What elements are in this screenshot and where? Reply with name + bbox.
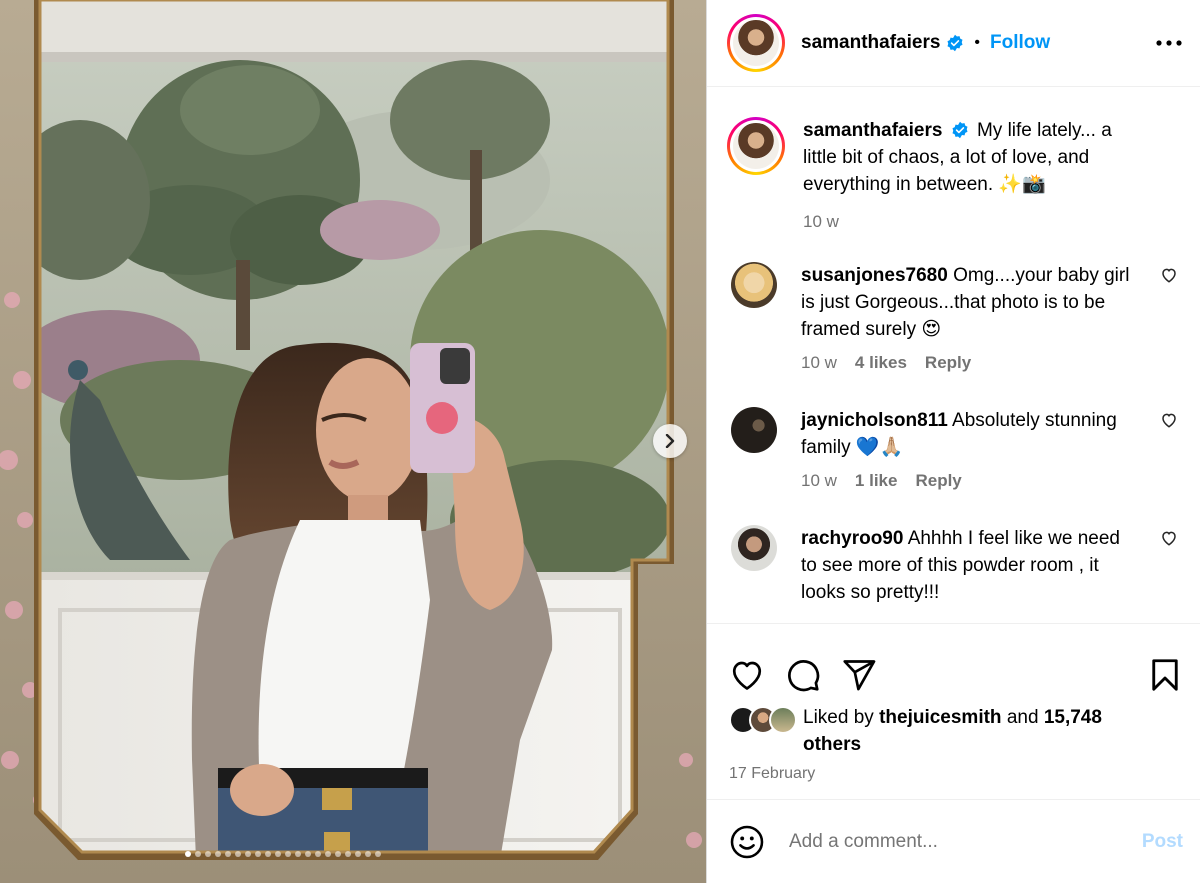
carousel-dot — [225, 851, 231, 857]
commenter-avatar[interactable] — [731, 262, 777, 308]
next-slide-button[interactable] — [653, 424, 687, 458]
share-paper-plane-icon[interactable] — [841, 657, 877, 693]
author-username[interactable]: samanthafaiers — [801, 32, 940, 54]
comment-likes[interactable]: 1 like — [855, 471, 898, 491]
like-comment-heart-icon[interactable] — [1160, 266, 1178, 284]
post-side-panel: samanthafaiers • Follow samanthafaiers M… — [706, 0, 1200, 883]
commenter-avatar[interactable] — [731, 407, 777, 453]
carousel-dot — [295, 851, 301, 857]
carousel-dot — [365, 851, 371, 857]
post-comment-button[interactable]: Post — [1142, 831, 1183, 853]
liker-username[interactable]: thejuicesmith — [879, 707, 1001, 728]
carousel-dot — [195, 851, 201, 857]
carousel-dot — [185, 851, 191, 857]
comment-username[interactable]: susanjones7680 — [801, 265, 948, 286]
carousel-dot — [275, 851, 281, 857]
verified-badge-icon — [947, 34, 963, 52]
add-comment-bar: Post — [707, 799, 1200, 883]
carousel-dot — [355, 851, 361, 857]
carousel-dot — [345, 851, 351, 857]
verified-badge-icon — [952, 121, 968, 139]
comment-item: jaynicholson811 Absolutely stunning fami… — [727, 407, 1200, 491]
carousel-dot — [235, 851, 241, 857]
carousel-dot — [335, 851, 341, 857]
follow-button[interactable]: Follow — [990, 32, 1050, 54]
comment-likes[interactable]: 4 likes — [855, 353, 907, 373]
carousel-dot — [265, 851, 271, 857]
caption: samanthafaiers My life lately... a littl… — [727, 117, 1200, 232]
caption-time: 10 w — [803, 212, 839, 231]
comment-item: rachyroo90 Ahhhh I feel like we need to … — [727, 525, 1200, 606]
post-media[interactable] — [0, 0, 706, 883]
comments-list[interactable]: samanthafaiers My life lately... a littl… — [707, 87, 1200, 623]
carousel-dot — [215, 851, 221, 857]
chevron-right-icon — [665, 434, 675, 448]
like-heart-icon[interactable] — [729, 657, 765, 693]
liker-avatars — [729, 706, 797, 758]
comment-time: 10 w — [801, 353, 837, 372]
post-date: 17 February — [729, 765, 816, 782]
carousel-dot — [305, 851, 311, 857]
likes-prefix: Liked by — [803, 707, 874, 728]
carousel-dot — [285, 851, 291, 857]
save-bookmark-icon[interactable] — [1147, 657, 1183, 693]
caption-username[interactable]: samanthafaiers — [803, 120, 942, 141]
comment-time: 10 w — [801, 471, 837, 490]
comment-item: susanjones7680 Omg....your baby girl is … — [727, 262, 1200, 373]
like-comment-heart-icon[interactable] — [1160, 411, 1178, 429]
comment-input[interactable] — [789, 830, 1142, 853]
reply-button[interactable]: Reply — [915, 471, 961, 491]
post-header: samanthafaiers • Follow — [707, 0, 1200, 87]
reply-button[interactable]: Reply — [925, 353, 971, 373]
author-avatar[interactable] — [727, 14, 785, 72]
post-actions: Liked by thejuicesmith and 15,748 others… — [707, 623, 1200, 783]
caption-avatar[interactable] — [727, 117, 785, 175]
likes-conj: and — [1006, 707, 1039, 728]
post-photo — [0, 0, 706, 883]
more-options-icon[interactable] — [1156, 40, 1182, 46]
carousel-dot — [245, 851, 251, 857]
comment-username[interactable]: jaynicholson811 — [801, 410, 948, 431]
carousel-dot — [205, 851, 211, 857]
emoji-smiley-icon[interactable] — [729, 824, 765, 860]
likes-summary[interactable]: Liked by thejuicesmith and 15,748 others — [707, 704, 1200, 758]
carousel-dot — [325, 851, 331, 857]
comment-username[interactable]: rachyroo90 — [801, 528, 903, 549]
header-separator: • — [974, 34, 981, 51]
comment-bubble-icon[interactable] — [785, 657, 821, 693]
commenter-avatar[interactable] — [731, 525, 777, 571]
carousel-indicator — [0, 851, 706, 857]
carousel-dot — [315, 851, 321, 857]
carousel-dot — [255, 851, 261, 857]
like-comment-heart-icon[interactable] — [1160, 529, 1178, 547]
carousel-dot — [375, 851, 381, 857]
